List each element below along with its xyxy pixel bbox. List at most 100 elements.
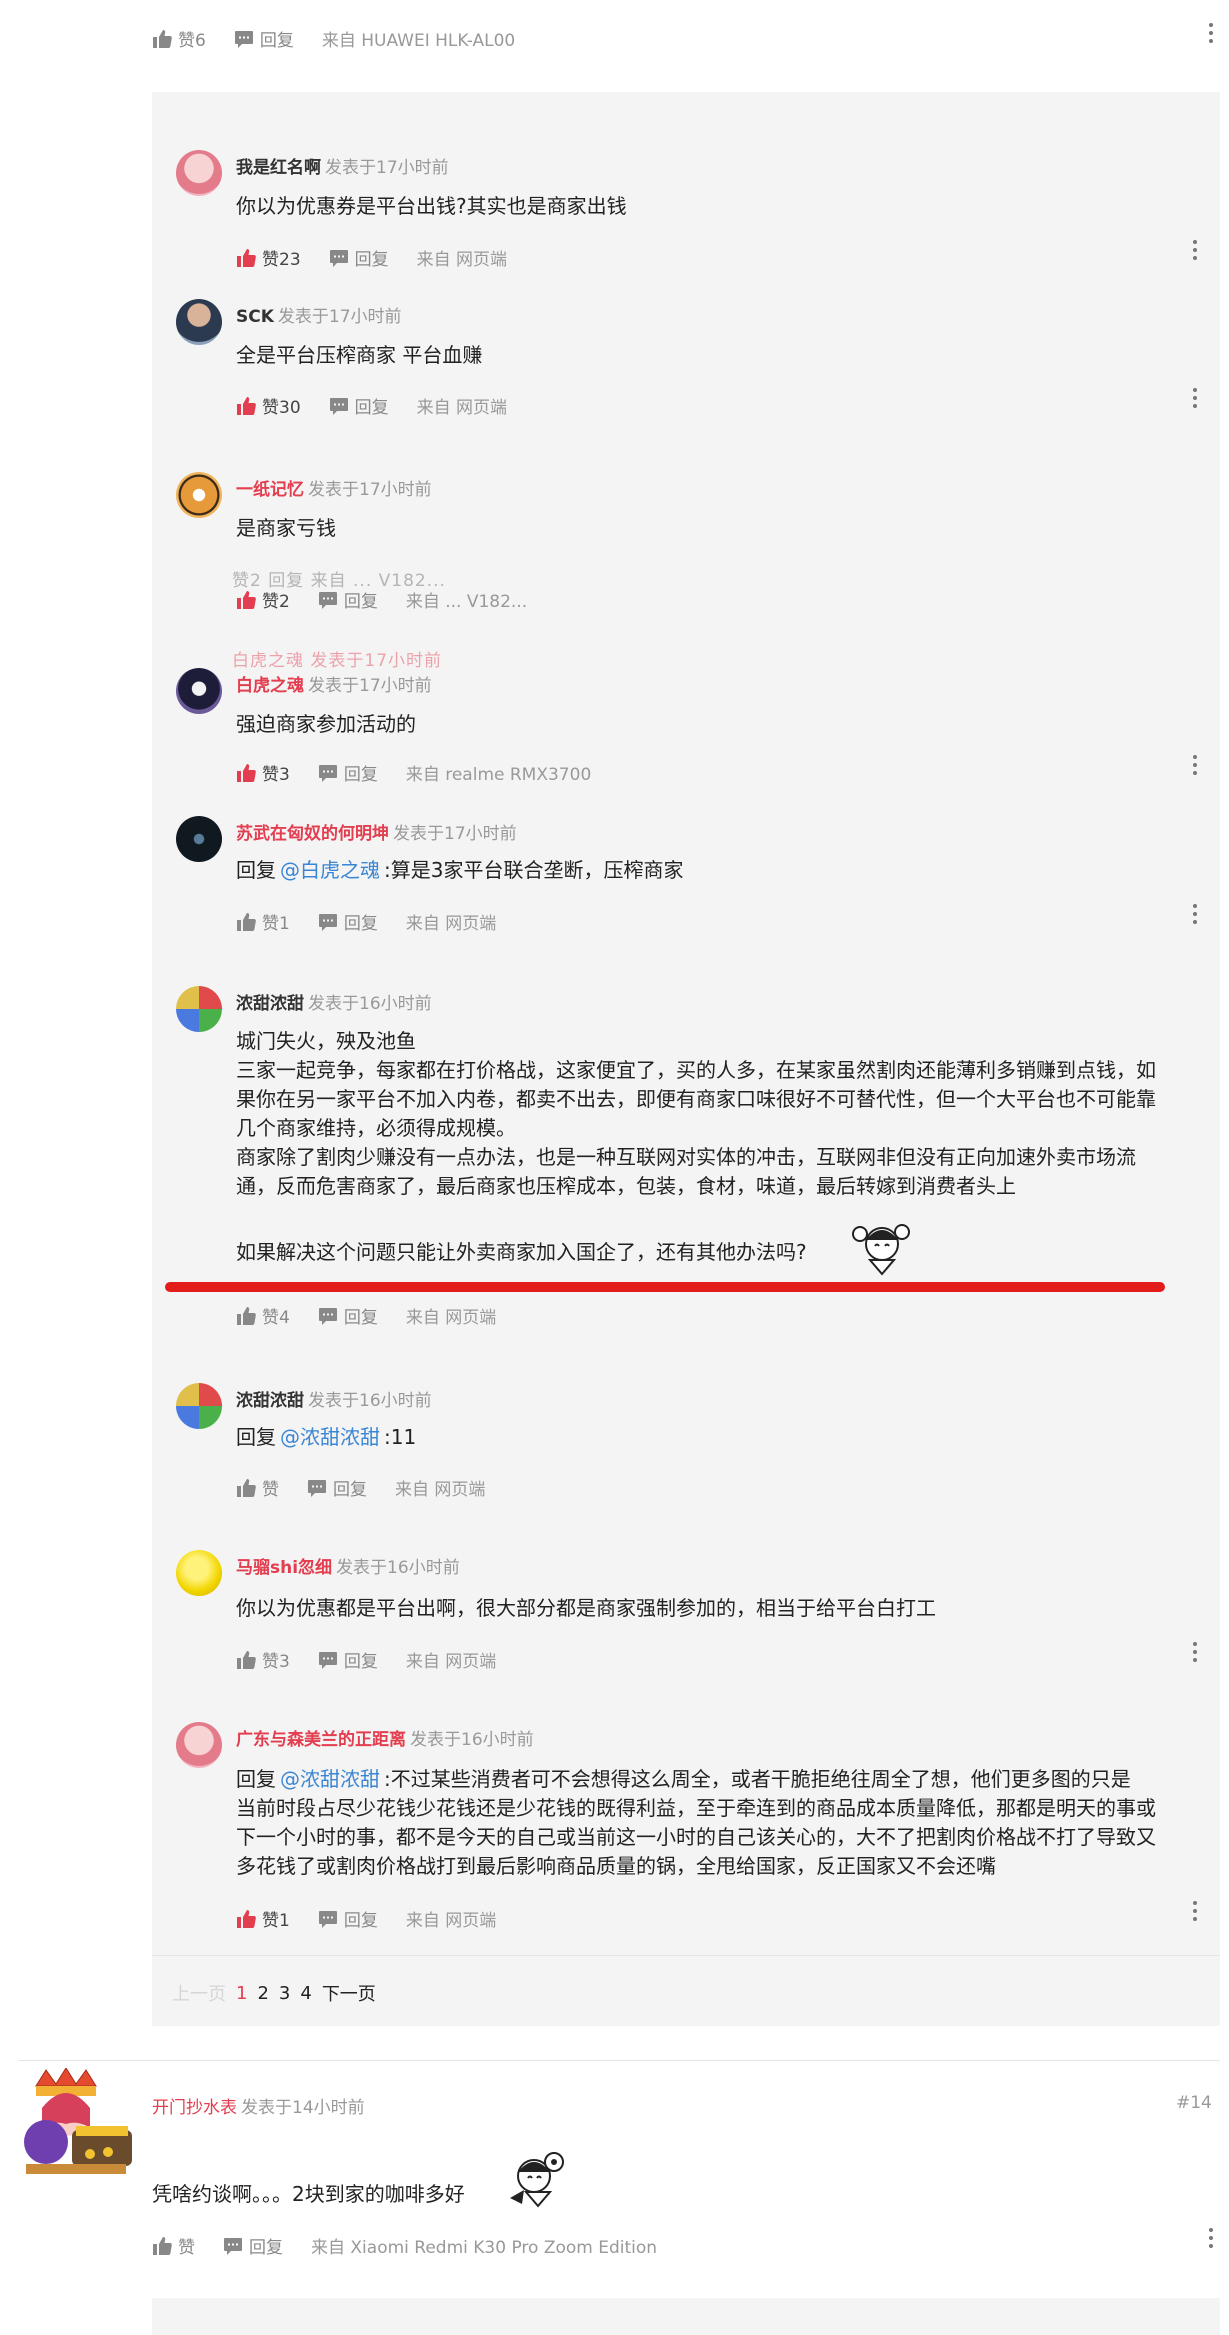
reply-button[interactable]: 回复 xyxy=(318,1647,378,1672)
like-button[interactable]: 赞23 xyxy=(236,245,301,270)
like-button[interactable]: 赞6 xyxy=(152,26,206,51)
avatar[interactable] xyxy=(176,816,222,862)
reply-actions: 赞1 回复 来自 网页端 xyxy=(236,1906,496,1931)
rendering-glitch: 白虎之魂 发表于17小时前 xyxy=(232,651,443,671)
mention-link[interactable]: @白虎之魂 xyxy=(280,858,380,882)
page-link[interactable]: 4 xyxy=(300,1983,311,2004)
comment-icon xyxy=(329,248,349,268)
username[interactable]: 开门抄水表 xyxy=(152,2098,237,2118)
username[interactable]: 广东与森美兰的正距离 xyxy=(236,1730,406,1750)
reply-text: 强迫商家参加活动的 xyxy=(236,712,416,736)
reply-line: 果你在另一家平台不加入内卷，都卖不出去，即便有商家口味很好不可替代性，但一个大平… xyxy=(236,1087,1156,1111)
thumb-up-icon xyxy=(236,763,256,783)
like-button[interactable]: 赞 xyxy=(236,1475,279,1500)
mention-link[interactable]: @浓甜浓甜 xyxy=(280,1767,380,1791)
username[interactable]: 马骝shi忽细 xyxy=(236,1558,332,1578)
reply-line xyxy=(236,1201,1206,1230)
avatar[interactable] xyxy=(176,299,222,345)
avatar[interactable] xyxy=(176,986,222,1032)
reply-label: 回复 xyxy=(343,1652,378,1672)
reply-button[interactable]: 回复 xyxy=(318,1906,378,1931)
like-button[interactable]: 赞3 xyxy=(236,1647,290,1672)
source-device: 来自 网页端 xyxy=(405,1308,497,1328)
comment-icon xyxy=(329,396,349,416)
pager-divider xyxy=(152,1955,1220,1956)
more-options-icon[interactable] xyxy=(1192,755,1198,779)
thumb-up-icon xyxy=(236,590,256,610)
avatar[interactable] xyxy=(176,1722,222,1768)
comment-icon xyxy=(307,1478,327,1498)
like-count: 赞2 xyxy=(262,592,290,612)
avatar[interactable] xyxy=(176,1383,222,1429)
avatar[interactable] xyxy=(176,1550,222,1596)
like-button[interactable]: 赞2 xyxy=(236,587,290,612)
page-link-current[interactable]: 1 xyxy=(236,1983,247,2004)
more-options-icon[interactable] xyxy=(1192,1901,1198,1925)
reply-button[interactable]: 回复 xyxy=(234,26,294,51)
reply-button[interactable]: 回复 xyxy=(318,909,378,934)
prev-page-button[interactable]: 上一页 xyxy=(172,1980,226,2006)
post-time: 发表于16小时前 xyxy=(336,1558,460,1578)
avatar[interactable] xyxy=(176,150,222,196)
like-button[interactable]: 赞1 xyxy=(236,909,290,934)
page-link[interactable]: 2 xyxy=(257,1983,268,2004)
like-button[interactable]: 赞 xyxy=(152,2233,195,2258)
username[interactable]: 浓甜浓甜 xyxy=(236,994,304,1014)
user-avatar-large[interactable] xyxy=(16,2067,136,2176)
reply-button[interactable]: 回复 xyxy=(329,393,389,418)
floor-number[interactable]: #14 xyxy=(1176,2093,1212,2113)
reply-actions: 赞2 回复 来自 ... V182... xyxy=(236,587,527,612)
reply-button[interactable]: 回复 xyxy=(318,587,378,612)
username[interactable]: 一纸记忆 xyxy=(236,480,304,500)
reply-meta: 广东与森美兰的正距离 发表于16小时前 xyxy=(236,1725,534,1750)
reply-line: 城门失火，殃及池鱼 xyxy=(236,1029,416,1053)
username[interactable]: 我是红名啊 xyxy=(236,158,321,178)
reply-button[interactable]: 回复 xyxy=(318,1303,378,1328)
reply-line: 当前时段占尽少花钱少花钱还是少花钱的既得利益，至于牵连到的商品成本质量降低，那都… xyxy=(236,1796,1156,1820)
reply-button[interactable]: 回复 xyxy=(223,2233,283,2258)
more-options-icon[interactable] xyxy=(1192,1642,1198,1666)
more-options-icon[interactable] xyxy=(1208,23,1214,47)
more-options-icon[interactable] xyxy=(1208,2228,1214,2252)
like-count: 赞3 xyxy=(262,1652,290,1672)
username[interactable]: 浓甜浓甜 xyxy=(236,1391,304,1411)
like-button[interactable]: 赞30 xyxy=(236,393,301,418)
more-options-icon[interactable] xyxy=(1192,240,1198,264)
thumb-up-icon xyxy=(236,396,256,416)
source-device: 来自 网页端 xyxy=(405,1652,497,1672)
thumb-up-icon xyxy=(236,912,256,932)
reply-text: 你以为优惠都是平台出啊，很大部分都是商家强制参加的，相当于给平台白打工 xyxy=(236,1596,936,1620)
reply-prefix: 回复 xyxy=(236,1425,276,1449)
source-device: 来自 Xiaomi Redmi K30 Pro Zoom Edition xyxy=(311,2238,658,2258)
top-post-actions: 赞6 回复 来自 HUAWEI HLK-AL00 xyxy=(152,26,515,51)
reply-button[interactable]: 回复 xyxy=(307,1475,367,1500)
post-time: 发表于17小时前 xyxy=(308,480,432,500)
reply-line: 如果解决这个问题只能让外卖商家加入国企了，还有其他办法吗? xyxy=(236,1240,807,1264)
username[interactable]: 苏武在匈奴的何明坤 xyxy=(236,824,389,844)
like-button[interactable]: 赞1 xyxy=(236,1906,290,1931)
page-link[interactable]: 3 xyxy=(279,1983,290,2004)
reply-prefix: 回复 xyxy=(236,1767,276,1791)
reply-body: :11 xyxy=(384,1425,417,1449)
source-device: 来自 HUAWEI HLK-AL00 xyxy=(321,31,516,51)
like-button[interactable]: 赞3 xyxy=(236,760,290,785)
more-options-icon[interactable] xyxy=(1192,904,1198,928)
post-time: 发表于16小时前 xyxy=(410,1730,534,1750)
username[interactable]: 白虎之魂 xyxy=(236,676,304,696)
like-button[interactable]: 赞4 xyxy=(236,1303,290,1328)
like-count: 赞1 xyxy=(262,1911,290,1931)
reply-line: 三家一起竞争，每家都在打价格战，这家便宜了，买的人多，在某家虽然割肉还能薄利多销… xyxy=(236,1058,1156,1082)
reply-label: 回复 xyxy=(343,1308,378,1328)
reply-text: 城门失火，殃及池鱼 三家一起竞争，每家都在打价格战，这家便宜了，买的人多，在某家… xyxy=(236,1027,1206,1267)
next-page-button[interactable]: 下一页 xyxy=(322,1980,376,2006)
post-divider xyxy=(18,2060,1220,2061)
reply-text: 回复 @浓甜浓甜:11 xyxy=(236,1423,416,1452)
more-options-icon[interactable] xyxy=(1192,388,1198,412)
reply-button[interactable]: 回复 xyxy=(318,760,378,785)
reply-button[interactable]: 回复 xyxy=(329,245,389,270)
avatar[interactable] xyxy=(176,472,222,518)
avatar[interactable] xyxy=(176,668,222,714)
username[interactable]: SCK xyxy=(236,307,274,327)
mention-link[interactable]: @浓甜浓甜 xyxy=(280,1425,380,1449)
thumb-up-icon xyxy=(236,1650,256,1670)
